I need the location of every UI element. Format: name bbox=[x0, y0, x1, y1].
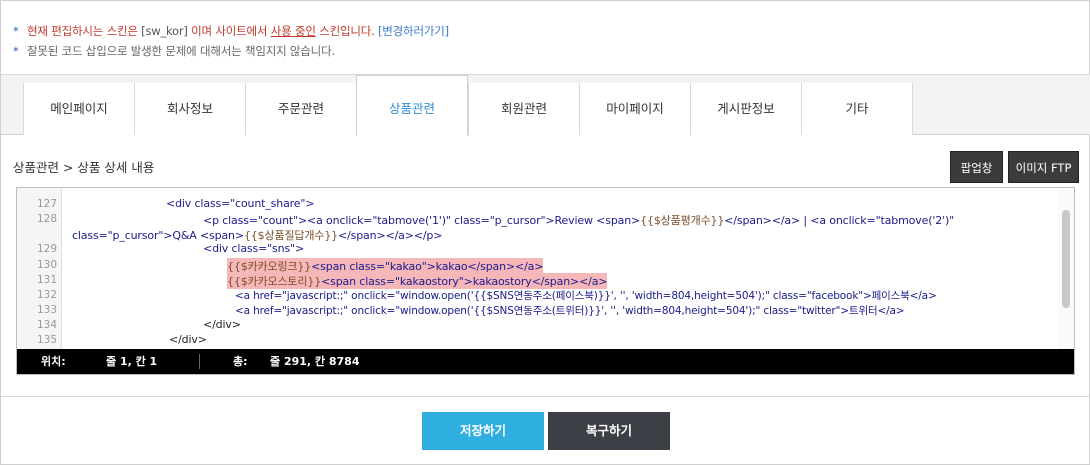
change-skin-link[interactable]: [변경하러가기] bbox=[378, 24, 449, 38]
notice-text: 현재 편집하시는 스킨은 bbox=[27, 24, 142, 38]
image-ftp-button[interactable]: 이미지 FTP bbox=[1008, 151, 1079, 183]
code-line: <a href="javascript:;" onclick="window.o… bbox=[235, 305, 905, 317]
code-line: <a href="javascript:;" onclick="window.o… bbox=[235, 290, 937, 302]
popup-button[interactable]: 팝업창 bbox=[950, 151, 1003, 183]
total-value: 줄 291, 칸 8784 bbox=[270, 355, 360, 368]
notice-text: 이며 사이트에서 bbox=[187, 24, 271, 38]
code-editor[interactable]: 127 128 129 130 131 132 133 134 135 <div… bbox=[16, 187, 1075, 375]
notice-skin-info: * 현재 편집하시는 스킨은 [sw_kor] 이며 사이트에서 사용 중인 스… bbox=[13, 21, 449, 41]
scrollbar-thumb[interactable] bbox=[1062, 210, 1070, 308]
line-number-gutter: 127 128 129 130 131 132 133 134 135 bbox=[17, 188, 62, 349]
code-line: class="p_cursor">Q&A <span>{{$상품질답개수}}</… bbox=[72, 229, 443, 242]
tab-company-info[interactable]: 회사정보 bbox=[134, 83, 245, 135]
tab-main-page[interactable]: 메인페이지 bbox=[23, 83, 134, 135]
line-number: 134 bbox=[36, 319, 57, 331]
code-line: <div class="count_share"> bbox=[166, 197, 315, 210]
notice-warning: * 잘못된 코드 삽입으로 발생한 문제에 대해서는 책임지지 않습니다. bbox=[13, 41, 449, 61]
position-value: 줄 1, 칸 1 bbox=[106, 355, 158, 368]
total-label: 총: bbox=[233, 355, 248, 368]
editor-scrollbar[interactable] bbox=[1058, 188, 1074, 349]
tab-product[interactable]: 상품관련 bbox=[356, 75, 468, 136]
position-label: 위치: bbox=[41, 355, 66, 368]
line-number: 132 bbox=[36, 289, 57, 301]
code-line: </div> bbox=[203, 318, 241, 331]
notice-area: * 현재 편집하시는 스킨은 [sw_kor] 이며 사이트에서 사용 중인 스… bbox=[13, 21, 449, 61]
save-button[interactable]: 저장하기 bbox=[422, 412, 544, 450]
line-number: 129 bbox=[36, 243, 57, 255]
code-line: <p class="count"><a onclick="tabmove('1'… bbox=[203, 214, 955, 227]
line-number: 135 bbox=[36, 334, 57, 346]
skin-name: [sw_kor] bbox=[141, 24, 188, 38]
line-number: 131 bbox=[36, 274, 57, 286]
status-divider bbox=[199, 354, 200, 369]
tab-etc[interactable]: 기타 bbox=[801, 83, 913, 135]
code-line: </div> bbox=[169, 333, 207, 346]
code-line: <div class="sns"> bbox=[203, 242, 305, 255]
code-line-highlighted: {{$카카오스토리}}<span class="kakaostory">kaka… bbox=[227, 273, 608, 289]
line-number: 133 bbox=[36, 304, 57, 316]
divider bbox=[1, 396, 1090, 397]
tab-mypage[interactable]: 마이페이지 bbox=[579, 83, 690, 135]
line-number: 128 bbox=[36, 213, 57, 225]
breadcrumb: 상품관련 > 상품 상세 내용 bbox=[13, 160, 155, 175]
category-tabs: 메인페이지 회사정보 주문관련 상품관련 회원관련 마이페이지 게시판정보 기타 bbox=[1, 74, 1090, 136]
bullet-icon: * bbox=[13, 44, 19, 58]
tab-order[interactable]: 주문관련 bbox=[245, 83, 356, 135]
tab-member[interactable]: 회원관련 bbox=[468, 83, 579, 135]
line-number: 127 bbox=[36, 198, 57, 210]
notice-text: 스킨입니다. bbox=[315, 24, 379, 38]
restore-button[interactable]: 복구하기 bbox=[548, 412, 670, 450]
line-number: 130 bbox=[36, 259, 57, 271]
bullet-icon: * bbox=[13, 24, 19, 38]
code-line-highlighted: {{$카카오링크}}<span class="kakao">kakao</spa… bbox=[227, 258, 544, 274]
page-frame: * 현재 편집하시는 스킨은 [sw_kor] 이며 사이트에서 사용 중인 스… bbox=[0, 0, 1090, 465]
editor-status-bar: 위치: 줄 1, 칸 1 총: 줄 291, 칸 8784 bbox=[17, 349, 1074, 374]
tab-board-info[interactable]: 게시판정보 bbox=[690, 83, 801, 135]
warning-text: 잘못된 코드 삽입으로 발생한 문제에 대해서는 책임지지 않습니다. bbox=[27, 44, 335, 58]
in-use-text: 사용 중인 bbox=[270, 24, 316, 38]
